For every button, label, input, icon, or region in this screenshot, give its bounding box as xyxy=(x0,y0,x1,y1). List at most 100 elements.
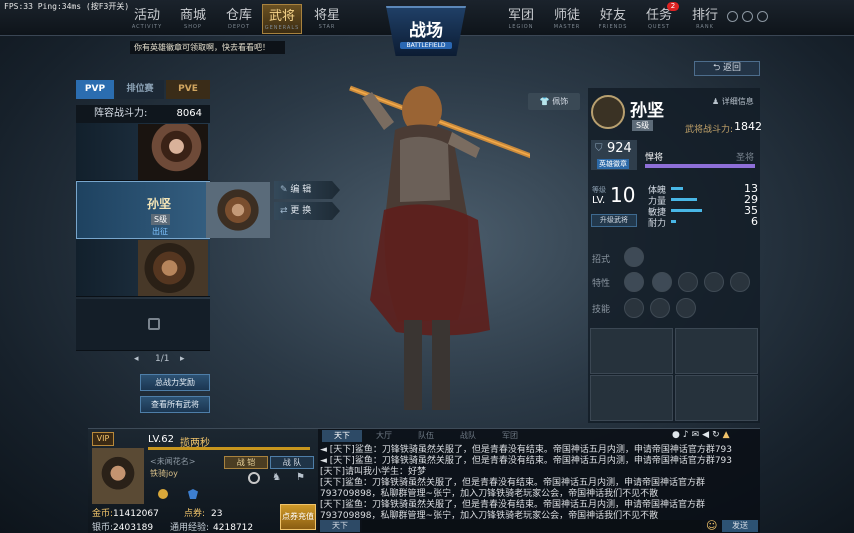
tab-pvp[interactable]: PVP xyxy=(76,80,114,99)
system-icon[interactable] xyxy=(742,11,753,22)
nav-rank[interactable]: 排行 RANK xyxy=(684,4,726,34)
empty-slot-icon[interactable] xyxy=(730,272,750,292)
armor-button[interactable]: 战 铠 xyxy=(224,456,268,469)
coin-icon xyxy=(158,489,168,499)
nav-master[interactable]: 师徒 MASTER xyxy=(546,4,588,34)
exp-row: 通用经验: 4218712 xyxy=(170,523,254,533)
add-skill-icon[interactable] xyxy=(676,298,696,318)
general-portrait xyxy=(138,124,208,180)
stat-strength: 力量 29 xyxy=(648,193,758,207)
lineup-power: 阵容战斗力: 8064 xyxy=(76,105,210,123)
add-skill-icon[interactable] xyxy=(624,298,644,318)
level-label: 等级 xyxy=(592,186,606,194)
chat-tab-party[interactable]: 队伍 xyxy=(406,430,446,442)
nav-depot[interactable]: 仓库 DEPOT xyxy=(218,4,260,34)
back-button[interactable]: ⮌ 返回 xyxy=(694,61,760,76)
trait-slot-icon[interactable] xyxy=(624,272,644,292)
chat-tab-lobby[interactable]: 大厅 xyxy=(364,430,404,442)
prev-page-icon[interactable]: ◂ xyxy=(134,354,139,364)
detail-info-link[interactable]: ♟ 详细信息 xyxy=(712,96,754,107)
general-card-1[interactable] xyxy=(76,123,210,181)
general-portrait xyxy=(206,181,272,239)
chat-tab-world[interactable]: 天下 xyxy=(322,430,362,442)
stat-bar xyxy=(671,220,676,223)
hero-rank: 悍将 xyxy=(645,153,664,163)
nav-shop[interactable]: 商城 SHOP xyxy=(172,4,214,34)
weapon-slot-halberd[interactable] xyxy=(675,328,758,374)
hero-next-rank: 圣将 xyxy=(736,153,755,163)
weapon-slot-spear[interactable] xyxy=(590,328,673,374)
hero-power-value: 1842 xyxy=(734,120,762,133)
edit-button[interactable]: ✎ 编 辑 xyxy=(274,181,340,199)
speaker-icon: ◄ xyxy=(320,456,330,466)
shirt-icon: 👕 xyxy=(539,97,553,106)
emoji-icon[interactable]: ☺ xyxy=(706,519,717,532)
battlefield-emblem[interactable]: 战场 BATTLEFIELD xyxy=(386,6,466,56)
figure-icon[interactable]: ♞ xyxy=(272,472,281,483)
next-page-icon[interactable]: ▸ xyxy=(180,354,185,364)
empty-slot-icon[interactable] xyxy=(678,272,698,292)
chat-channel-select[interactable]: 天下 xyxy=(320,520,360,532)
add-skill-icon[interactable] xyxy=(650,298,670,318)
view-all-generals-button[interactable]: 查看所有武将 xyxy=(140,396,210,413)
nav-legion[interactable]: 军团 LEGION xyxy=(500,4,542,34)
chat-tab-legion[interactable]: 军团 xyxy=(490,430,530,442)
nav-star[interactable]: 将星 STAR xyxy=(306,4,348,34)
stat-bar xyxy=(671,198,697,201)
chat-tab-team[interactable]: 战队 xyxy=(448,430,488,442)
skills-label: 技能 xyxy=(592,305,611,315)
lock-icon xyxy=(148,318,160,330)
hero-grade: S级 xyxy=(632,120,654,131)
general-3d-model[interactable] xyxy=(340,70,530,425)
nav-generals[interactable]: 武将 GENERALS xyxy=(262,4,302,34)
flag-icon[interactable]: ⚑ xyxy=(296,472,305,483)
item-slot-scroll[interactable] xyxy=(675,375,758,421)
empty-slot-icon[interactable] xyxy=(704,272,724,292)
person-icon: ♟ xyxy=(712,97,722,106)
total-power-reward-button[interactable]: 总战力奖励 xyxy=(140,374,210,391)
item-slot-gourd[interactable] xyxy=(590,375,673,421)
hero-name: 孙坚 xyxy=(630,101,664,121)
hero-power-label: 武将战斗力: xyxy=(685,125,734,135)
player-guild-tag: <未闻花名> xyxy=(150,457,196,466)
send-button[interactable]: 发送 xyxy=(722,520,758,532)
nav-activity[interactable]: 活动 ACTIVITY xyxy=(126,4,168,34)
back-arrow-icon: ⮌ xyxy=(712,63,724,73)
vip-badge-icon[interactable]: VIP xyxy=(92,432,114,446)
moves-label: 招式 xyxy=(592,255,611,265)
edit-icon: ✎ xyxy=(280,185,291,195)
general-card-3[interactable] xyxy=(76,239,210,297)
notice-banner[interactable]: 你有英雄徽章可领取啊，快去看看吧！ xyxy=(130,41,285,54)
shield-icon: ⛉ xyxy=(595,143,603,154)
chat-toolbar[interactable]: ●♪✉◀↻▲ xyxy=(672,430,733,440)
medal-box[interactable]: ⛉ 924 英雄徽章 xyxy=(591,140,637,170)
rank-progress-bar xyxy=(645,164,755,168)
swap-icon: ⇄ xyxy=(280,206,291,216)
tab-ranked[interactable]: 排位赛 xyxy=(116,80,164,99)
quest-badge: 2 xyxy=(667,2,679,11)
team-button[interactable]: 战 队 xyxy=(270,456,314,469)
chat-input[interactable] xyxy=(362,520,702,532)
collapse-icon: ▲ xyxy=(722,430,733,440)
trait-slot-icon[interactable] xyxy=(652,272,672,292)
help-icon[interactable] xyxy=(757,11,768,22)
stat-bar xyxy=(671,187,683,190)
settings-icon[interactable] xyxy=(727,11,738,22)
recharge-button[interactable]: 点券充值 xyxy=(280,504,316,530)
player-level: LV.62 xyxy=(148,434,174,445)
hero-emblem-icon xyxy=(591,95,625,129)
general-card-selected[interactable]: 孙坚 S级 出征 xyxy=(76,181,210,239)
silver-row: 银币:2403189 xyxy=(92,523,154,533)
ornament-button[interactable]: 👕 佩饰 xyxy=(528,93,580,110)
upgrade-general-button[interactable]: 升级武将 xyxy=(591,214,637,227)
general-portrait xyxy=(138,240,208,296)
nav-friends[interactable]: 好友 FRIENDS xyxy=(592,4,634,34)
player-avatar[interactable] xyxy=(92,448,144,504)
move-slot-icon[interactable] xyxy=(624,247,644,267)
replace-button[interactable]: ⇄ 更 换 xyxy=(274,202,340,220)
speaker-icon: ◄ xyxy=(320,445,330,455)
stat-constitution: 体魄 13 xyxy=(648,182,758,196)
empty-slot[interactable] xyxy=(76,299,210,351)
tab-pve[interactable]: PVE xyxy=(166,80,210,99)
refresh-icon[interactable] xyxy=(248,472,260,484)
